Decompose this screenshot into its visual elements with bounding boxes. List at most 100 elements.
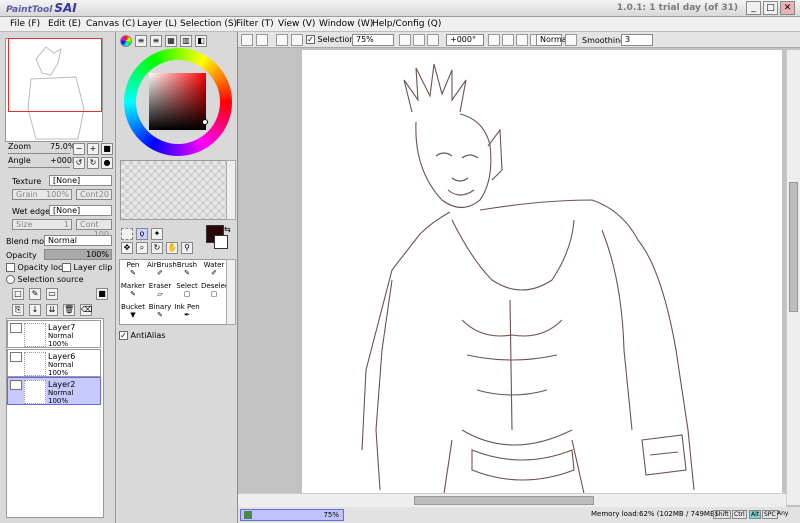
visibility-eye-icon[interactable] (10, 380, 22, 390)
secondary-color-swatch[interactable] (214, 235, 228, 249)
selection-source-option[interactable]: Selection source (6, 275, 84, 284)
redo-icon[interactable] (256, 34, 268, 46)
copy-layer-icon[interactable]: ⎘ (12, 304, 24, 316)
zoom-out-button[interactable]: − (73, 143, 85, 155)
menu-layer[interactable]: Layer (L) (137, 19, 177, 29)
zoom-select[interactable]: 75% (352, 34, 394, 46)
new-folder-icon[interactable]: ▭ (46, 288, 58, 300)
layer-row-selected[interactable]: Layer2 Normal 100% (7, 377, 101, 405)
scratchpad-scrollbar[interactable] (226, 160, 236, 220)
lasso-icon[interactable]: ϙ (136, 228, 148, 240)
wet-edge-select[interactable]: [None] (49, 205, 112, 216)
tool-marker[interactable]: Marker ✎ (120, 282, 146, 302)
layer-row[interactable]: Layer6 Normal 100% (7, 349, 101, 377)
minimize-button[interactable]: _ (746, 1, 761, 15)
selection-toggle[interactable]: ✓ Selection (306, 35, 354, 44)
hsv-slider-tab-icon[interactable]: ≡ (150, 35, 162, 47)
rect-select-icon[interactable] (121, 228, 133, 240)
menu-edit[interactable]: Edit (E) (48, 19, 81, 29)
zoom-reset-button[interactable]: ■ (101, 143, 113, 155)
clear-layer-icon[interactable]: ⌫ (80, 304, 92, 316)
rotate-tool-icon[interactable]: ↻ (151, 242, 163, 254)
rotate-reset-button[interactable]: ● (101, 157, 113, 169)
selection-checkbox[interactable]: ✓ (306, 35, 315, 44)
vertical-scrollbar[interactable] (786, 50, 800, 505)
toolbar-rotate-left-icon[interactable] (488, 34, 500, 46)
rotate-left-button[interactable]: ↺ (73, 157, 85, 169)
horizontal-scrollbar[interactable] (238, 493, 786, 507)
selection-source-radio[interactable] (6, 275, 15, 284)
tool-pen[interactable]: Pen ✎ (120, 261, 146, 281)
navigator-viewport-frame[interactable] (8, 38, 102, 112)
scratchpad[interactable] (120, 160, 227, 220)
maximize-button[interactable]: □ (763, 1, 778, 15)
menu-help[interactable]: Help/Config (Q) (372, 19, 441, 29)
toolbar-zoom-reset-icon[interactable] (427, 34, 439, 46)
tool-bucket[interactable]: Bucket ▼ (120, 303, 146, 323)
tool-deselect[interactable]: Deselect ▢ (201, 282, 232, 302)
zoom-slider[interactable] (8, 151, 70, 154)
opacity-lock-option[interactable]: Opacity lock (6, 263, 67, 272)
close-button[interactable]: ✕ (780, 1, 795, 15)
layer-mask-icon[interactable]: ■ (96, 288, 108, 300)
antialias-checkbox[interactable]: ✓ (119, 331, 128, 340)
menu-filter[interactable]: Filter (T) (236, 19, 274, 29)
toolbar-zoom-out-icon[interactable] (399, 34, 411, 46)
tool-binary[interactable]: Binary ✎ (147, 303, 173, 323)
swap-colors-icon[interactable]: ⇆ (224, 225, 231, 234)
invert-selection-icon[interactable] (291, 34, 303, 46)
saturation-value-square[interactable] (149, 73, 206, 130)
tool-airbrush[interactable]: AirBrush ✐ (147, 261, 177, 281)
scratchpad-tab-icon[interactable]: ◧ (195, 35, 207, 47)
texture-select[interactable]: [None] (49, 175, 112, 186)
wet-cont-field[interactable]: Cont100 (76, 219, 112, 239)
texture-cont-field[interactable]: Cont 20 (76, 189, 112, 200)
rotation-select[interactable]: +000° (446, 34, 484, 46)
drawing-canvas[interactable] (302, 50, 782, 508)
tool-eraser[interactable]: Eraser ▱ (147, 282, 173, 302)
zoom-in-button[interactable]: + (87, 143, 99, 155)
tool-select[interactable]: Select ▢ (174, 282, 200, 302)
deselect-icon[interactable] (276, 34, 288, 46)
layer-clip-option[interactable]: Layer clip (62, 263, 112, 272)
visibility-eye-icon[interactable] (10, 352, 22, 362)
vertical-scroll-thumb[interactable] (789, 182, 798, 312)
zoom-tool-icon[interactable]: ⌕ (136, 242, 148, 254)
blend-mode-toolbar-select[interactable]: Normal (536, 34, 569, 46)
smoothing-select[interactable]: 3 (621, 34, 653, 46)
horizontal-scroll-thumb[interactable] (414, 496, 594, 505)
menu-file[interactable]: File (F) (10, 19, 40, 29)
toolbar-rotate-reset-icon[interactable] (516, 34, 528, 46)
canvas-tab[interactable]: 75% (240, 509, 344, 521)
tool-brush[interactable]: Brush ✎ (174, 261, 200, 281)
mixer-tab-icon[interactable]: ▥ (180, 35, 192, 47)
layer-row[interactable]: Layer7 Normal 100% (7, 320, 101, 348)
angle-slider[interactable] (8, 165, 70, 168)
rgb-slider-tab-icon[interactable]: ≡ (135, 35, 147, 47)
stabilizer-icon[interactable] (565, 34, 577, 46)
opacity-slider[interactable]: 100% (44, 249, 112, 260)
tool-ink-pen[interactable]: Ink Pen ✒ (174, 303, 200, 323)
tool-grid-scrollbar[interactable] (226, 259, 236, 325)
menu-window[interactable]: Window (W) (319, 19, 373, 29)
new-layer-icon[interactable]: □ (12, 288, 24, 300)
toolbar-rotate-right-icon[interactable] (502, 34, 514, 46)
new-linework-layer-icon[interactable]: ✎ (29, 288, 41, 300)
menu-selection[interactable]: Selection (S) (180, 19, 237, 29)
eyedropper-icon[interactable]: ⚲ (181, 242, 193, 254)
blend-mode-select[interactable]: Normal (44, 235, 112, 246)
tool-water[interactable]: Water ✐ (201, 261, 227, 281)
grain-field[interactable]: Grain 100% (12, 189, 72, 200)
swatches-tab-icon[interactable]: ▦ (165, 35, 177, 47)
visibility-eye-icon[interactable] (10, 323, 22, 333)
menu-canvas[interactable]: Canvas (C) (86, 19, 135, 29)
undo-icon[interactable] (241, 34, 253, 46)
layer-clip-checkbox[interactable] (62, 263, 71, 272)
move-icon[interactable]: ✥ (121, 242, 133, 254)
hand-icon[interactable]: ✋ (166, 242, 178, 254)
menu-view[interactable]: View (V) (278, 19, 315, 29)
antialias-option[interactable]: ✓ AntiAlias (119, 331, 165, 340)
trash-icon[interactable]: 🗑 (63, 304, 75, 316)
toolbar-zoom-in-icon[interactable] (413, 34, 425, 46)
transfer-down-icon[interactable]: ↓ (29, 304, 41, 316)
